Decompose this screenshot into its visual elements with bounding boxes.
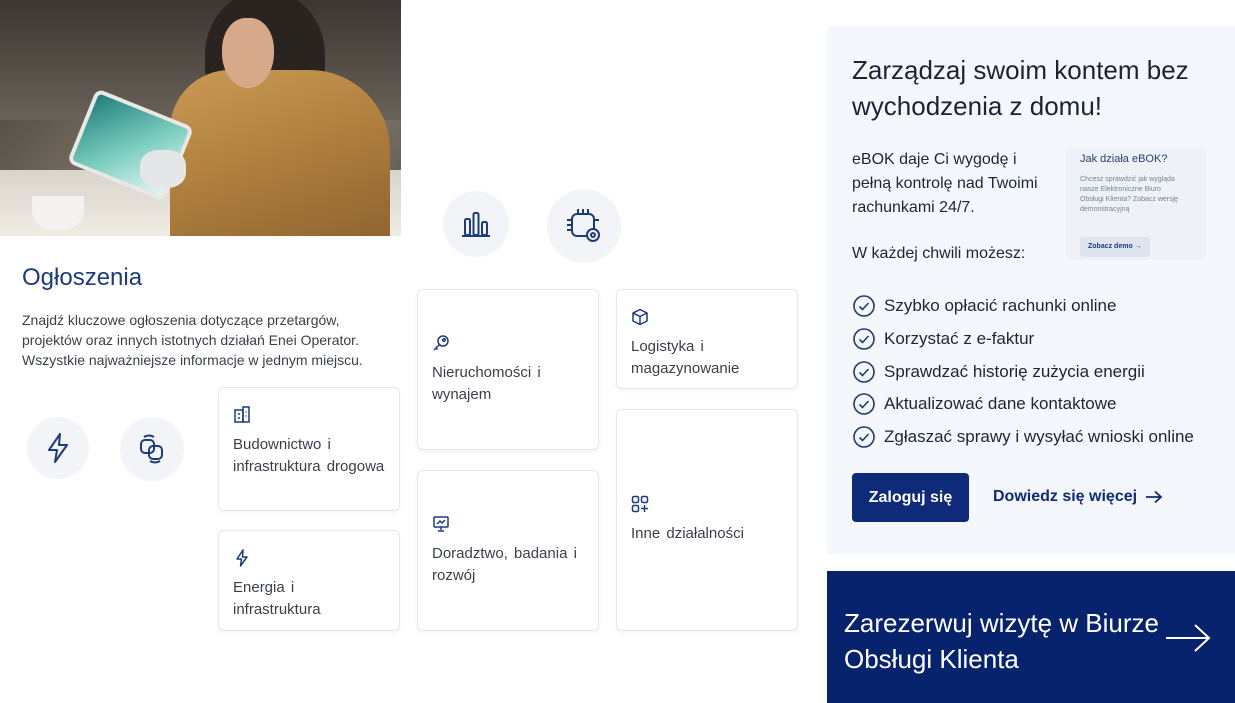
feature-label: Szybko opłacić rachunki online — [884, 296, 1117, 315]
key-icon — [433, 335, 449, 351]
lightning-icon — [48, 433, 68, 463]
ebok-subtitle: W każdej chwili możesz: — [852, 245, 1026, 262]
category-card-real-estate[interactable]: Nieruchomości i wynajem — [417, 289, 599, 450]
box-icon — [632, 308, 648, 326]
check-circle-icon — [853, 426, 875, 448]
category-card-energy[interactable]: Energia i infrastruktura — [218, 530, 400, 631]
chart-circle — [443, 191, 509, 257]
login-button[interactable]: Zaloguj się — [852, 473, 969, 522]
ebok-demo-preview[interactable]: Jak działa eBOK? Chcesz sprawdzić jak wy… — [1066, 147, 1206, 260]
hero-photo — [0, 0, 401, 236]
category-card-logistics[interactable]: Logistyka i magazynowanie — [616, 289, 798, 389]
feature-label: Zgłaszać sprawy i wysyłać wnioski online — [884, 427, 1194, 446]
announcements-title: Ogłoszenia — [22, 264, 143, 291]
demo-button-label: Zobacz demo — [1088, 243, 1133, 250]
sync-circle — [120, 417, 184, 481]
sync-squares-icon — [140, 434, 163, 464]
feature-item: Zgłaszać sprawy i wysyłać wnioski online — [852, 425, 1212, 449]
demo-button[interactable]: Zobacz demo → — [1080, 237, 1150, 257]
check-circle-icon — [853, 295, 875, 317]
feature-item: Aktualizować dane kontaktowe — [852, 392, 1212, 416]
learn-more-label: Dowiedz się więcej — [993, 488, 1138, 505]
feature-item: Sprawdzać historię zużycia energii — [852, 360, 1212, 384]
ebok-intro: eBOK daje Ci wygodę i pełną kontrolę nad… — [852, 151, 1038, 216]
category-label: Budownictwo i infrastruktura drogowa — [233, 436, 385, 475]
category-label: Doradztwo, badania i rozwój — [432, 545, 577, 584]
feature-label: Sprawdzać historię zużycia energii — [884, 362, 1145, 381]
category-label: Logistyka i magazynowanie — [631, 338, 740, 377]
check-circle-icon — [853, 361, 875, 383]
bar-chart-icon — [462, 212, 490, 237]
book-visit-banner[interactable]: Zarezerwuj wizytę w Biurze Obsługi Klien… — [827, 571, 1235, 703]
feature-label: Korzystać z e-faktur — [884, 329, 1035, 348]
check-circle-icon — [853, 393, 875, 415]
learn-more-link[interactable]: Dowiedz się więcej — [993, 488, 1163, 506]
chip-circle — [547, 189, 621, 263]
grid-plus-icon — [631, 495, 649, 513]
arrow-right-icon — [1166, 624, 1211, 652]
announcements-description: Znajdź kluczowe ogłoszenia dotyczące prz… — [22, 312, 363, 368]
book-visit-label: Zarezerwuj wizytę w Biurze Obsługi Klien… — [844, 608, 1159, 674]
lightning-icon — [236, 549, 248, 567]
demo-description: Chcesz sprawdzić jak wygląda nasze Elekt… — [1080, 176, 1179, 213]
demo-title: Jak działa eBOK? — [1080, 153, 1168, 165]
presentation-icon — [433, 516, 449, 532]
chip-gear-icon — [567, 209, 600, 242]
check-circle-icon — [853, 328, 875, 350]
category-card-construction[interactable]: Budownictwo i infrastruktura drogowa — [218, 387, 400, 511]
category-label: Inne działalności — [631, 525, 744, 542]
building-icon — [234, 406, 250, 423]
category-card-other[interactable]: Inne działalności — [616, 409, 798, 631]
category-card-consulting[interactable]: Doradztwo, badania i rozwój — [417, 470, 599, 631]
category-label: Nieruchomości i wynajem — [432, 364, 541, 403]
category-label: Energia i infrastruktura — [233, 579, 321, 618]
feature-item: Szybko opłacić rachunki online — [852, 294, 1212, 318]
energy-circle — [27, 417, 89, 479]
feature-label: Aktualizować dane kontaktowe — [884, 394, 1117, 413]
feature-item: Korzystać z e-faktur — [852, 327, 1212, 351]
arrow-right-icon — [1146, 490, 1163, 504]
ebok-title: Zarządzaj swoim kontem bez wychodzenia z… — [852, 55, 1189, 121]
